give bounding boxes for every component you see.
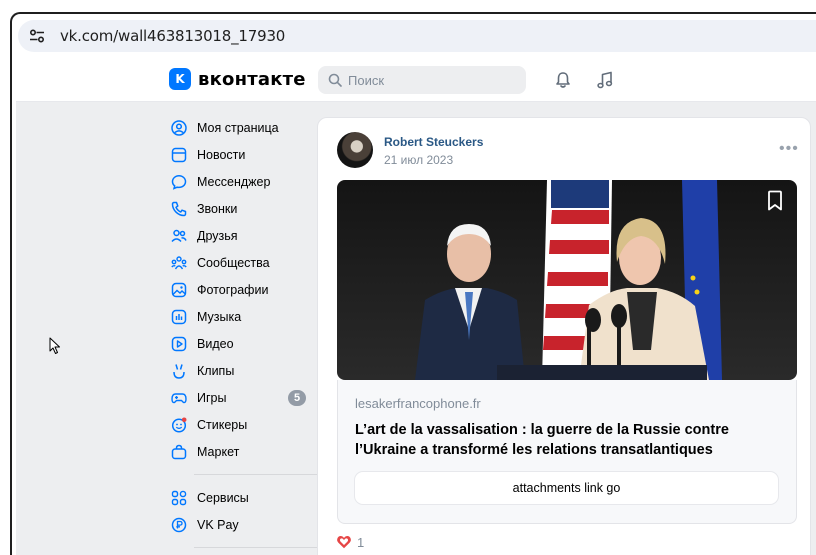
services-icon bbox=[170, 489, 188, 507]
user-circle-icon bbox=[170, 119, 188, 137]
left-menu: Моя страница Новости Мессенджер Звонки Д… bbox=[170, 114, 326, 555]
sidebar-item-stickers[interactable]: Стикеры bbox=[170, 411, 310, 438]
heart-icon bbox=[336, 534, 352, 550]
sidebar-item-music[interactable]: Музыка bbox=[170, 303, 310, 330]
mouse-cursor-icon bbox=[49, 337, 61, 355]
search-box[interactable] bbox=[318, 66, 526, 94]
sidebar-item-label: Моя страница bbox=[197, 120, 279, 135]
video-icon bbox=[170, 335, 188, 353]
market-icon bbox=[170, 443, 188, 461]
post-author-name[interactable]: Robert Steuckers bbox=[384, 135, 483, 149]
browser-window: vk.com/wall463813018_17930 K вконтакте П… bbox=[10, 12, 816, 555]
sidebar-item-news[interactable]: Новости bbox=[170, 141, 310, 168]
vk-logo-text: вконтакте bbox=[198, 68, 306, 90]
author-avatar[interactable] bbox=[337, 132, 373, 168]
message-icon bbox=[170, 173, 188, 191]
search-input[interactable] bbox=[348, 72, 518, 88]
sidebar-item-label: Клипы bbox=[197, 363, 235, 378]
bell-icon[interactable] bbox=[553, 70, 573, 90]
communities-icon bbox=[170, 254, 188, 272]
sidebar-item-label: Стикеры bbox=[197, 417, 248, 432]
vk-header: K вконтакте bbox=[16, 58, 816, 102]
vkpay-icon bbox=[170, 516, 188, 534]
sidebar-item-vkpay[interactable]: VK Pay bbox=[170, 511, 310, 538]
sidebar-item-messenger[interactable]: Мессенджер bbox=[170, 168, 310, 195]
friends-icon bbox=[170, 227, 188, 245]
link-title[interactable]: L’art de la vassalisation : la guerre de… bbox=[355, 420, 775, 460]
sidebar-item-photos[interactable]: Фотографии bbox=[170, 276, 310, 303]
link-domain[interactable]: lesakerfrancophone.fr bbox=[355, 396, 481, 411]
sidebar-item-market[interactable]: Маркет bbox=[170, 438, 310, 465]
sidebar-item-communities[interactable]: Сообщества bbox=[170, 249, 310, 276]
like-button[interactable]: 1 bbox=[336, 534, 364, 550]
news-icon bbox=[170, 146, 188, 164]
sidebar-item-label: Друзья bbox=[197, 228, 238, 243]
more-options-icon[interactable]: ••• bbox=[779, 140, 799, 158]
sidebar-item-calls[interactable]: Звонки bbox=[170, 195, 310, 222]
url-text[interactable]: vk.com/wall463813018_17930 bbox=[60, 27, 285, 45]
photo-icon bbox=[170, 281, 188, 299]
sidebar-item-clips[interactable]: Клипы bbox=[170, 357, 310, 384]
music-icon[interactable] bbox=[595, 70, 615, 90]
post-date[interactable]: 21 июл 2023 bbox=[384, 153, 453, 167]
sidebar-item-my-page[interactable]: Моя страница bbox=[170, 114, 310, 141]
sidebar-item-friends[interactable]: Друзья bbox=[170, 222, 310, 249]
sidebar-item-games[interactable]: Игры 5 bbox=[170, 384, 310, 411]
site-settings-icon[interactable] bbox=[26, 25, 48, 47]
post-image[interactable] bbox=[337, 180, 797, 380]
sidebar-item-label: Новости bbox=[197, 147, 246, 162]
sidebar-item-label: Фотографии bbox=[197, 282, 269, 297]
vk-logo[interactable]: K вконтакте bbox=[169, 68, 306, 90]
address-bar[interactable]: vk.com/wall463813018_17930 bbox=[18, 20, 816, 52]
sidebar-divider bbox=[194, 547, 326, 548]
sidebar-divider bbox=[194, 474, 326, 475]
sidebar-item-video[interactable]: Видео bbox=[170, 330, 310, 357]
search-icon bbox=[328, 73, 342, 87]
bookmark-icon[interactable] bbox=[765, 190, 785, 212]
vk-logo-mark: K bbox=[169, 68, 191, 90]
sidebar-item-label: Маркет bbox=[197, 444, 240, 459]
sidebar-item-services[interactable]: Сервисы bbox=[170, 484, 310, 511]
music-icon bbox=[170, 308, 188, 326]
sidebar-item-label: VK Pay bbox=[197, 517, 239, 532]
link-open-button[interactable]: attachments link go bbox=[355, 472, 778, 504]
sidebar-item-label: Сообщества bbox=[197, 255, 270, 270]
likes-count: 1 bbox=[357, 534, 365, 550]
link-attachment[interactable]: lesakerfrancophone.fr L’art de la vassal… bbox=[337, 380, 797, 524]
games-count-badge: 5 bbox=[288, 390, 306, 406]
wall-post: Robert Steuckers 21 июл 2023 ••• lesaker… bbox=[317, 117, 811, 555]
stickers-icon bbox=[170, 416, 188, 434]
sidebar-item-label: Видео bbox=[197, 336, 234, 351]
sidebar-item-label: Сервисы bbox=[197, 490, 249, 505]
sidebar-item-label: Игры bbox=[197, 390, 227, 405]
phone-icon bbox=[170, 200, 188, 218]
sidebar-item-label: Музыка bbox=[197, 309, 242, 324]
sidebar-item-label: Звонки bbox=[197, 201, 238, 216]
games-icon bbox=[170, 389, 188, 407]
sidebar-item-label: Мессенджер bbox=[197, 174, 271, 189]
clips-icon bbox=[170, 362, 188, 380]
